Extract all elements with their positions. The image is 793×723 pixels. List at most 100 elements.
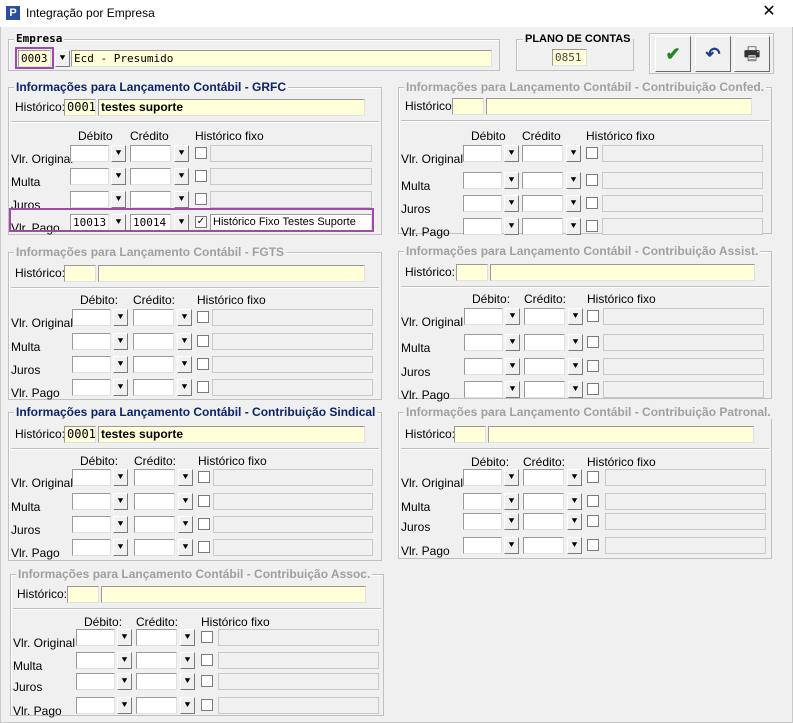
assist-multa-hist-fixo-checkbox[interactable]: [587, 336, 599, 348]
assoc-vlr_pago-credito-input[interactable]: [136, 697, 177, 714]
assist-vlr_original-hist-fixo-input[interactable]: [603, 308, 764, 325]
assist-juros-credito-input[interactable]: [524, 358, 565, 375]
fgts-juros-debito-lookup-button[interactable]: ⯆: [113, 356, 128, 373]
patronal-vlr_original-debito-lookup-button[interactable]: ⯆: [504, 469, 519, 486]
assist-juros-hist-fixo-checkbox[interactable]: [587, 360, 599, 372]
sindical-juros-credito-lookup-button[interactable]: ⯆: [178, 516, 193, 533]
patronal-vlr_original-credito-input[interactable]: [523, 469, 564, 486]
assoc-multa-hist-fixo-input[interactable]: [218, 652, 379, 669]
confed-vlr_pago-debito-input[interactable]: [463, 218, 502, 235]
patronal-vlr_pago-debito-lookup-button[interactable]: ⯆: [504, 537, 519, 554]
assist-juros-hist-fixo-input[interactable]: [603, 358, 764, 375]
sindical-multa-debito-input[interactable]: [72, 493, 111, 510]
grfc-historico-code-input[interactable]: 0001: [64, 99, 96, 116]
confed-juros-credito-lookup-button[interactable]: ⯆: [566, 195, 581, 212]
grfc-vlr_original-credito-lookup-button[interactable]: ⯆: [174, 145, 189, 162]
fgts-vlr_original-credito-lookup-button[interactable]: ⯆: [177, 309, 192, 326]
assoc-vlr_original-credito-input[interactable]: [136, 629, 177, 646]
assist-vlr_original-hist-fixo-checkbox[interactable]: [587, 310, 599, 322]
fgts-vlr_original-debito-lookup-button[interactable]: ⯆: [113, 309, 128, 326]
assist-multa-debito-input[interactable]: [464, 334, 503, 351]
assoc-juros-credito-lookup-button[interactable]: ⯆: [180, 673, 195, 690]
fgts-juros-hist-fixo-checkbox[interactable]: [197, 358, 209, 370]
confed-vlr_pago-credito-lookup-button[interactable]: ⯆: [566, 218, 581, 235]
confed-juros-debito-input[interactable]: [463, 195, 502, 212]
assoc-juros-credito-input[interactable]: [136, 673, 177, 690]
fgts-vlr_original-hist-fixo-input[interactable]: [212, 309, 373, 326]
assist-juros-credito-lookup-button[interactable]: ⯆: [568, 358, 583, 375]
patronal-juros-debito-input[interactable]: [463, 513, 502, 530]
print-button[interactable]: 🖶: [734, 36, 770, 72]
sindical-multa-hist-fixo-checkbox[interactable]: [198, 495, 210, 507]
patronal-vlr_pago-debito-input[interactable]: [463, 537, 502, 554]
patronal-multa-credito-lookup-button[interactable]: ⯆: [567, 493, 582, 510]
assist-vlr_pago-debito-lookup-button[interactable]: ⯆: [505, 381, 520, 398]
assoc-vlr_pago-debito-lookup-button[interactable]: ⯆: [117, 697, 132, 714]
sindical-vlr_pago-debito-lookup-button[interactable]: ⯆: [113, 539, 128, 556]
assist-vlr_pago-debito-input[interactable]: [464, 381, 503, 398]
sindical-vlr_original-credito-input[interactable]: [134, 469, 175, 486]
assist-juros-debito-input[interactable]: [464, 358, 503, 375]
assoc-vlr_pago-credito-lookup-button[interactable]: ⯆: [180, 697, 195, 714]
assoc-multa-hist-fixo-checkbox[interactable]: [201, 654, 213, 666]
fgts-juros-credito-lookup-button[interactable]: ⯆: [177, 356, 192, 373]
fgts-vlr_pago-credito-lookup-button[interactable]: ⯆: [177, 379, 192, 396]
grfc-multa-hist-fixo-input[interactable]: [210, 168, 372, 185]
grfc-vlr_original-credito-input[interactable]: [130, 145, 171, 162]
grfc-juros-credito-lookup-button[interactable]: ⯆: [174, 191, 189, 208]
confed-vlr_original-credito-input[interactable]: [522, 145, 563, 162]
assoc-juros-debito-input[interactable]: [76, 673, 115, 690]
assist-historico-code-input[interactable]: [456, 264, 488, 281]
confed-juros-debito-lookup-button[interactable]: ⯆: [504, 195, 519, 212]
assoc-juros-hist-fixo-input[interactable]: [218, 673, 379, 690]
patronal-historico-code-input[interactable]: [454, 426, 486, 443]
sindical-multa-debito-lookup-button[interactable]: ⯆: [113, 493, 128, 510]
sindical-vlr_original-credito-lookup-button[interactable]: ⯆: [178, 469, 193, 486]
patronal-multa-hist-fixo-input[interactable]: [605, 493, 766, 510]
assoc-vlr_original-debito-lookup-button[interactable]: ⯆: [117, 629, 132, 646]
assoc-multa-debito-lookup-button[interactable]: ⯆: [117, 652, 132, 669]
sindical-vlr_pago-credito-lookup-button[interactable]: ⯆: [178, 539, 193, 556]
fgts-multa-hist-fixo-checkbox[interactable]: [197, 335, 209, 347]
assist-vlr_original-debito-input[interactable]: [464, 308, 503, 325]
fgts-multa-hist-fixo-input[interactable]: [212, 333, 373, 350]
sindical-multa-hist-fixo-input[interactable]: [213, 493, 373, 510]
confed-juros-credito-input[interactable]: [522, 195, 563, 212]
assist-juros-debito-lookup-button[interactable]: ⯆: [505, 358, 520, 375]
confed-vlr_original-debito-input[interactable]: [463, 145, 502, 162]
patronal-vlr_original-credito-lookup-button[interactable]: ⯆: [567, 469, 582, 486]
sindical-vlr_original-debito-lookup-button[interactable]: ⯆: [113, 469, 128, 486]
grfc-multa-credito-input[interactable]: [130, 168, 171, 185]
sindical-vlr_original-hist-fixo-checkbox[interactable]: [198, 471, 210, 483]
assoc-historico-code-input[interactable]: [67, 586, 99, 603]
sindical-multa-credito-input[interactable]: [134, 493, 175, 510]
assist-multa-credito-lookup-button[interactable]: ⯆: [568, 334, 583, 351]
fgts-vlr_pago-credito-input[interactable]: [133, 379, 174, 396]
empresa-code-input[interactable]: 0003: [18, 50, 51, 67]
assoc-multa-credito-lookup-button[interactable]: ⯆: [180, 652, 195, 669]
empresa-lookup-button[interactable]: ⯆: [55, 50, 70, 67]
fgts-juros-debito-input[interactable]: [72, 356, 111, 373]
patronal-multa-debito-input[interactable]: [463, 493, 502, 510]
confed-vlr_original-debito-lookup-button[interactable]: ⯆: [504, 145, 519, 162]
grfc-vlr_original-hist-fixo-input[interactable]: [210, 145, 372, 162]
grfc-multa-debito-lookup-button[interactable]: ⯆: [111, 168, 126, 185]
sindical-vlr_pago-credito-input[interactable]: [134, 539, 175, 556]
confed-juros-hist-fixo-input[interactable]: [602, 195, 763, 212]
grfc-juros-debito-lookup-button[interactable]: ⯆: [111, 191, 126, 208]
assist-vlr_pago-credito-input[interactable]: [524, 381, 565, 398]
sindical-juros-hist-fixo-input[interactable]: [213, 516, 373, 533]
assist-vlr_original-credito-lookup-button[interactable]: ⯆: [568, 308, 583, 325]
patronal-multa-hist-fixo-checkbox[interactable]: [587, 495, 599, 507]
assist-vlr_pago-hist-fixo-input[interactable]: [603, 381, 764, 398]
patronal-multa-credito-input[interactable]: [523, 493, 564, 510]
grfc-vlr_original-debito-input[interactable]: [70, 145, 109, 162]
sindical-vlr_pago-hist-fixo-checkbox[interactable]: [198, 541, 210, 553]
assist-vlr_original-credito-input[interactable]: [524, 308, 565, 325]
confed-multa-credito-input[interactable]: [522, 172, 563, 189]
fgts-multa-debito-lookup-button[interactable]: ⯆: [113, 333, 128, 350]
assist-multa-debito-lookup-button[interactable]: ⯆: [505, 334, 520, 351]
patronal-vlr_pago-hist-fixo-input[interactable]: [605, 537, 766, 554]
fgts-historico-code-input[interactable]: [64, 265, 96, 282]
confed-multa-hist-fixo-checkbox[interactable]: [586, 174, 598, 186]
